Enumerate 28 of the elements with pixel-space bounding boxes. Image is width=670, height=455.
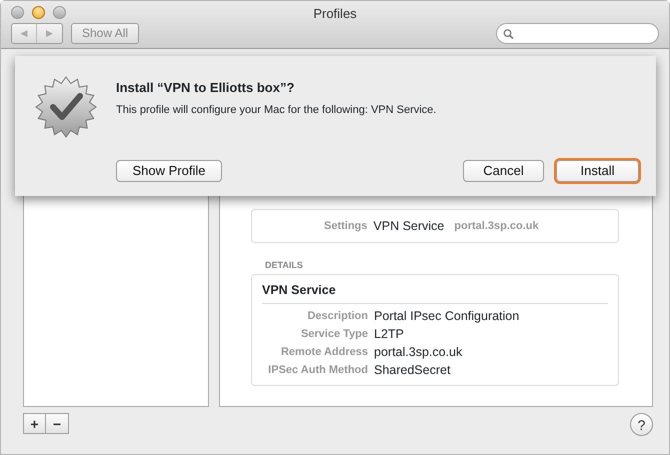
minimize-window-button[interactable] <box>32 6 45 19</box>
settings-value: VPN Service <box>373 218 444 235</box>
help-button[interactable]: ? <box>630 413 653 436</box>
dialog-message: This profile will configure your Mac for the following: VPN Service. <box>116 103 436 118</box>
install-button[interactable]: Install <box>556 160 639 182</box>
details-heading: DETAILS <box>265 259 303 272</box>
field-label: Description <box>306 308 368 324</box>
checkmark-badge-icon <box>35 76 97 138</box>
dialog-title: Install “VPN to Elliotts box”? <box>116 79 294 97</box>
close-window-button[interactable] <box>11 6 24 19</box>
zoom-window-button[interactable] <box>53 6 66 19</box>
remove-button[interactable]: − <box>46 413 69 434</box>
field-value: SharedSecret <box>374 362 450 379</box>
settings-label: Settings <box>324 218 368 234</box>
field-label: Service Type <box>300 326 368 342</box>
field-value: Portal IPsec Configuration <box>374 308 520 325</box>
search-field[interactable] <box>496 23 659 44</box>
window-title: Profiles <box>313 5 357 23</box>
field-label: Remote Address <box>280 344 368 360</box>
cancel-button[interactable]: Cancel <box>463 160 544 182</box>
search-icon <box>503 28 514 40</box>
details-title: VPN Service <box>262 281 608 304</box>
field-value: portal.3sp.co.uk <box>374 344 462 361</box>
show-profile-button[interactable]: Show Profile <box>116 160 222 182</box>
settings-detail: portal.3sp.co.uk <box>454 218 539 234</box>
field-value: L2TP <box>374 326 404 343</box>
field-label: IPSec Auth Method <box>267 362 368 378</box>
add-button[interactable]: + <box>23 413 46 434</box>
